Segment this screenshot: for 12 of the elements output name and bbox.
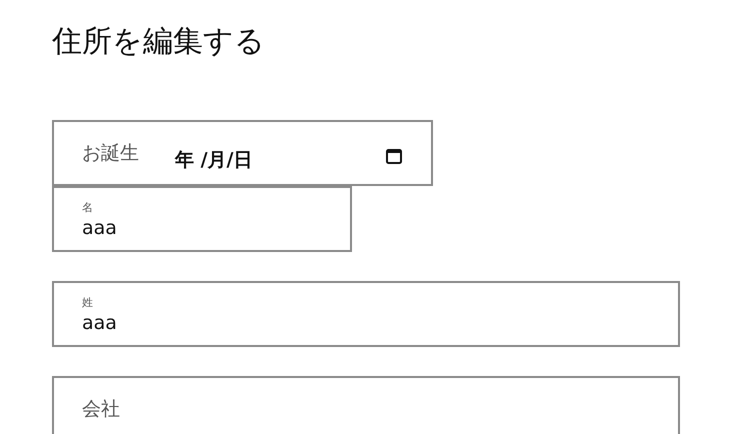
field-label: 会社: [82, 397, 120, 422]
page-title: 住所を編集する: [52, 23, 266, 61]
date-field[interactable]: お誕生 年 /月/日: [52, 120, 433, 186]
text-field[interactable]: 会社: [52, 376, 680, 434]
field-label: お誕生: [82, 141, 139, 166]
date-placeholder: 年 /月/日: [175, 148, 252, 173]
text-field[interactable]: 姓 aaa: [52, 281, 680, 347]
text-field[interactable]: 名 aaa: [52, 186, 352, 252]
input-value[interactable]: aaa: [82, 312, 582, 334]
calendar-icon[interactable]: [385, 147, 403, 165]
field-label: 姓: [82, 294, 94, 310]
field-label: 名: [82, 200, 94, 214]
